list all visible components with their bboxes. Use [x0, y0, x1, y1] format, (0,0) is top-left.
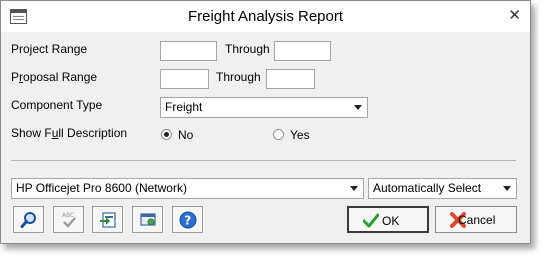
separator	[11, 160, 516, 161]
project-range-label: Project Range	[11, 42, 88, 56]
radio-no[interactable]	[161, 129, 172, 140]
project-through-label: Through	[225, 42, 270, 56]
proposal-through-label: Through	[216, 70, 261, 84]
radio-yes-label: Yes	[290, 128, 310, 142]
title-bar: Freight Analysis Report ✕	[1, 1, 530, 32]
chevron-down-icon	[503, 186, 511, 191]
magnifier-icon	[20, 212, 36, 228]
chevron-down-icon	[350, 186, 358, 191]
radio-yes[interactable]	[273, 129, 284, 140]
checkmark-icon	[363, 213, 379, 228]
proposal-range-to-input[interactable]	[266, 69, 315, 89]
spellcheck-icon: ABC	[62, 212, 76, 228]
printer-settings-icon	[140, 213, 156, 226]
close-icon: ✕	[508, 7, 521, 24]
freight-analysis-dialog: Freight Analysis Report ✕ Project Range …	[0, 0, 531, 244]
project-range-from-input[interactable]	[160, 41, 217, 61]
window-title: Freight Analysis Report	[187, 8, 344, 25]
dialog-body: Project Range Through Proposal Range Thr…	[1, 32, 530, 243]
chevron-down-icon	[354, 105, 362, 110]
proposal-range-label: Proposal Range	[11, 70, 98, 84]
proposal-range-from-input[interactable]	[160, 69, 209, 89]
component-type-label: Component Type	[11, 98, 103, 112]
paper-tray-select[interactable]: Automatically Select	[368, 178, 517, 199]
radio-no-label: No	[178, 128, 194, 142]
spellcheck-button[interactable]: ABC	[53, 206, 84, 233]
help-button[interactable]: ?	[172, 206, 203, 233]
help-icon: ?	[179, 211, 197, 229]
ok-button[interactable]: OK	[347, 206, 429, 233]
show-full-description-label: Show Full Description	[11, 126, 128, 140]
preview-button[interactable]	[13, 206, 44, 233]
svg-text:ABC: ABC	[62, 212, 74, 219]
print-setup-button[interactable]	[132, 206, 163, 233]
component-type-select[interactable]: Freight	[160, 97, 368, 118]
svg-text:?: ?	[184, 214, 191, 228]
export-icon	[100, 212, 116, 228]
project-range-to-input[interactable]	[274, 41, 331, 61]
close-button[interactable]: ✕	[508, 6, 521, 24]
cancel-button[interactable]: Cancel	[435, 206, 517, 233]
printer-select[interactable]: HP Officejet Pro 8600 (Network)	[11, 178, 364, 199]
export-button[interactable]	[92, 206, 123, 233]
